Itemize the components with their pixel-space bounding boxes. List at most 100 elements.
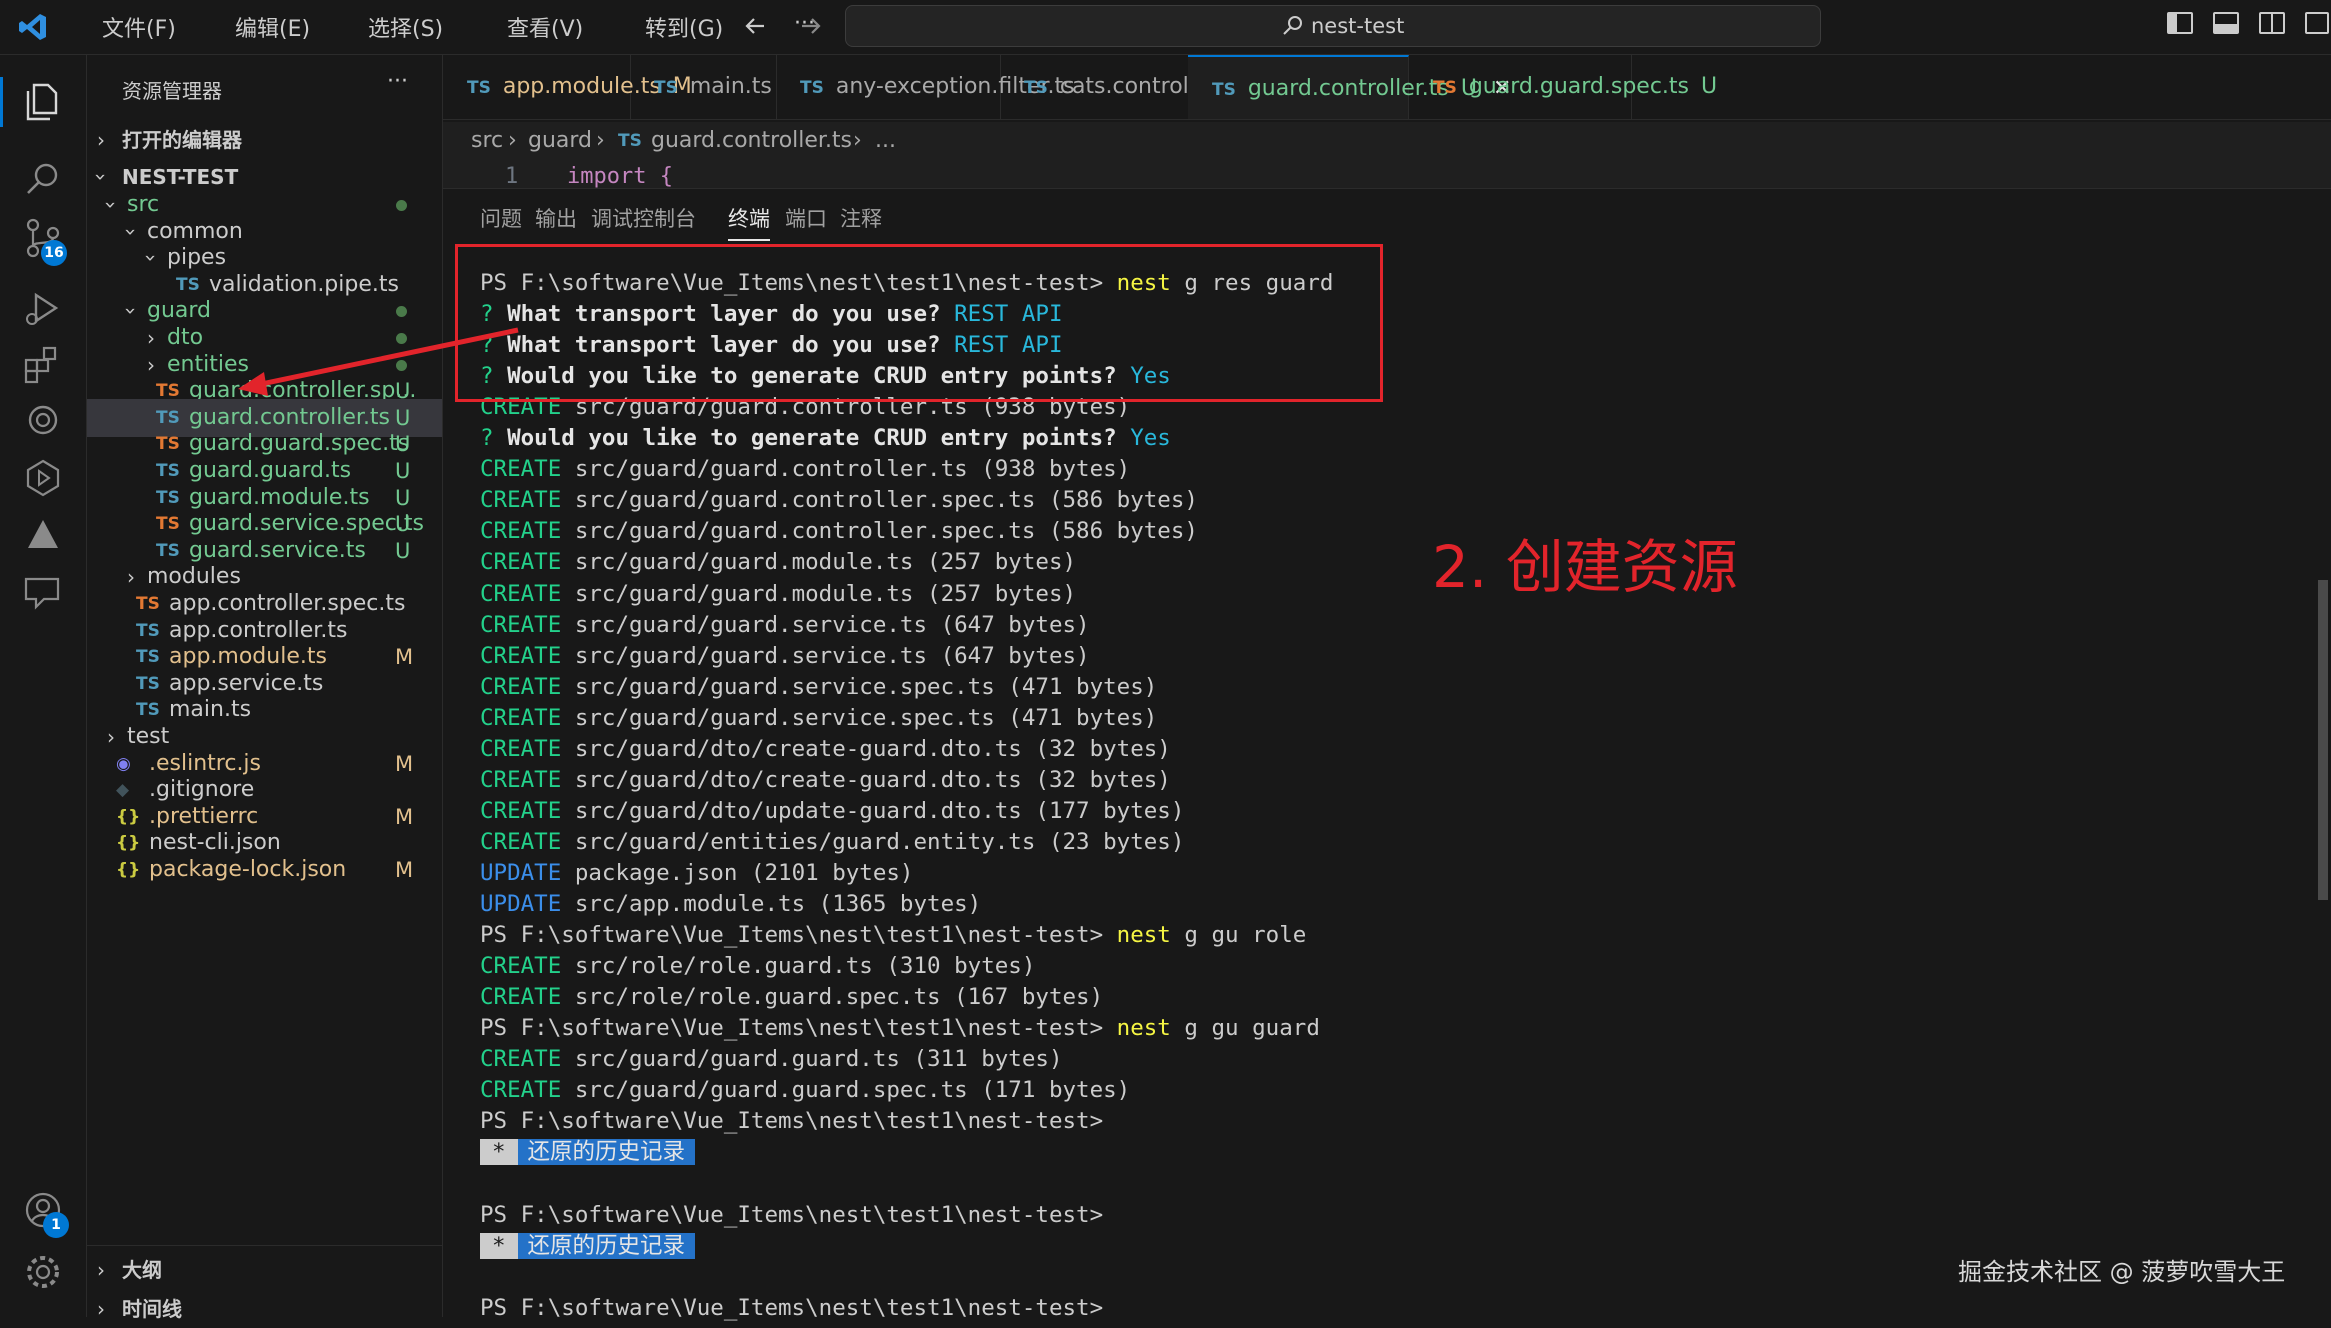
terminal-segment: src/app.module.ts (1365 bytes) [561,891,982,917]
breadcrumb-more[interactable]: ... [875,128,896,153]
modified-dot-icon [396,200,407,211]
terminal-segment: src/guard/dto/create-guard.dto.ts (32 by… [561,735,1171,762]
chevron-down-icon: › [139,254,163,263]
editor-tab[interactable]: TS guard.guard.spec.ts U [1409,55,1717,119]
menu-item-0[interactable]: 文件(F) [102,11,176,43]
panel-tab[interactable]: 终端 [728,203,770,241]
breadcrumb: src › guard › TS guard.controller.ts › .… [443,122,2331,162]
panel-tab[interactable]: 问题 [480,203,522,233]
test-icon[interactable] [18,453,68,503]
customize-layout-icon[interactable] [2305,12,2329,34]
terminal-segment: CREATE [480,984,562,1011]
terminal-line: PS F:\software\Vue_Items\nest\test1\nest… [480,1200,1103,1231]
terminal-segment: CREATE [480,611,562,638]
breadcrumb-file[interactable]: guard.controller.ts [651,128,852,153]
timeline-label: 时间线 [122,1297,182,1321]
terminal-line: CREATE src/guard/entities/guard.entity.t… [480,827,1184,858]
terminal-segment: src/guard/guard.service.ts (647 bytes) [561,611,1090,638]
menu-item-3[interactable]: 查看(V) [507,11,583,43]
ts-file-icon: TS [1433,78,1457,98]
terminal-segment: src/guard/guard.guard.spec.ts (171 bytes… [561,1077,1131,1104]
editor-tab[interactable]: TS any-exception.filter.ts [776,55,1075,119]
terminal-segment: src/guard/dto/create-guard.dto.ts (32 by… [561,766,1171,793]
terminal-segment: 还原的历史记录 [517,1139,696,1166]
ts-file-icon: TS [618,131,642,151]
annotation-highlight-box [455,244,1383,402]
toggle-panel-icon[interactable] [2213,12,2239,34]
ts-file-icon: TS [800,78,824,98]
terminal-segment: src/guard/guard.module.ts (257 bytes) [561,549,1077,576]
open-editors-label: 打开的编辑器 [122,128,242,152]
terminal-segment: package.json (2101 bytes) [561,859,914,886]
back-arrow-icon[interactable] [742,12,770,40]
terminal-segment: g gu role [1170,922,1307,949]
terminal-segment: Would you like to generate CRUD entry po… [507,425,1117,452]
tree-item[interactable]: {} package-lock.json M [87,851,442,889]
panel-tab[interactable]: 注释 [840,203,882,233]
terminal-segment: UPDATE [480,891,562,917]
command-center-search[interactable]: nest-test [845,5,1821,47]
terminal-line: PS F:\software\Vue_Items\nest\test1\nest… [480,920,1306,951]
toggle-secondary-sidebar-icon[interactable] [2259,12,2285,34]
terminal-segment: CREATE [480,456,562,483]
menu-item-1[interactable]: 编辑(E) [235,11,310,43]
terminal-segment: PS F:\software\Vue_Items\nest\test1\nest… [480,922,1117,949]
terminal-segment: CREATE [480,549,562,576]
terminal-segment: src/role/role.guard.spec.ts (167 bytes) [561,984,1104,1011]
terminal-line: CREATE src/guard/guard.guard.spec.ts (17… [480,1075,1130,1106]
terminal-line: CREATE src/guard/guard.module.ts (257 by… [480,547,1076,578]
breadcrumb-src[interactable]: src [471,128,503,153]
terminal-segment: 还原的历史记录 [517,1232,696,1259]
run-debug-icon[interactable] [18,283,68,333]
terminal-line: CREATE src/role/role.guard.spec.ts (167 … [480,982,1103,1013]
timeline-section[interactable]: › 时间线 [87,1290,442,1328]
terminal-segment: Yes [1130,425,1171,452]
terminal-segment: src/guard/guard.module.ts (257 bytes) [561,580,1077,607]
search-icon[interactable] [18,155,68,205]
terminal-segment: g gu guard [1170,1015,1320,1042]
editor-tab-label: main.ts [689,74,772,99]
code-editor-peek[interactable]: 1 import { [443,162,2331,188]
terminal-scrollbar[interactable] [2318,580,2328,900]
ts-file-icon: TS [1024,78,1048,98]
terminal-line: UPDATE src/app.module.ts (1365 bytes) [480,889,981,920]
terminal-segment: src/guard/guard.controller.spec.ts (586 … [561,518,1198,545]
terminal-line: CREATE src/role/role.guard.ts (310 bytes… [480,951,1035,982]
extensions-icon[interactable] [18,340,68,390]
panel-tab[interactable]: 输出 [535,203,577,233]
chatgpt-icon[interactable] [18,395,68,445]
vscode-logo-icon [19,14,46,40]
gear-icon[interactable] [18,1247,68,1297]
forward-arrow-icon[interactable] [796,12,824,40]
chevron-down-icon: › [119,307,143,316]
sidebar-more-button[interactable]: ··· [387,69,408,94]
terminal-segment: nest [1116,922,1171,949]
comments-icon[interactable] [18,567,68,617]
terminal-line: PS F:\software\Vue_Items\nest\test1\nest… [480,1013,1320,1044]
terminal-line: CREATE src/guard/guard.controller.ts (93… [480,454,1130,485]
editor-tab[interactable]: TS guard.controller.ts U ✕ [1188,55,1511,119]
panel-tab[interactable]: 调试控制台 [591,203,696,233]
terminal-segment: src/guard/guard.guard.ts (311 bytes) [561,1046,1063,1073]
toggle-primary-sidebar-icon[interactable] [2167,12,2193,34]
editor-tab[interactable]: TS app.module.ts M [443,55,692,119]
terminal-segment: * [480,1139,518,1166]
terminal-segment: CREATE [480,487,562,514]
explorer-icon[interactable] [18,77,68,127]
menu-item-4[interactable]: 转到(G) [645,11,723,43]
deploy-icon[interactable] [18,510,68,560]
terminal-line: CREATE src/guard/guard.service.spec.ts (… [480,703,1157,734]
outline-label: 大纲 [122,1258,162,1282]
terminal-segment: CREATE [480,704,562,731]
terminal-line: CREATE src/guard/guard.module.ts (257 by… [480,579,1076,610]
outline-section[interactable]: › 大纲 [87,1251,442,1289]
terminal-segment: * [480,1232,518,1259]
breadcrumb-guard[interactable]: guard [528,128,592,153]
editor-tab[interactable]: TS main.ts [630,55,777,119]
editor-tab[interactable]: TS cats.controller.ts [1000,55,1243,119]
activity-bar: 16 1 [0,55,87,1317]
terminal-line: * 还原的历史记录 [480,1231,696,1262]
panel-tab[interactable]: 端口 [785,203,827,233]
open-editors-section[interactable]: › 打开的编辑器 [87,121,442,159]
menu-item-2[interactable]: 选择(S) [368,11,443,43]
